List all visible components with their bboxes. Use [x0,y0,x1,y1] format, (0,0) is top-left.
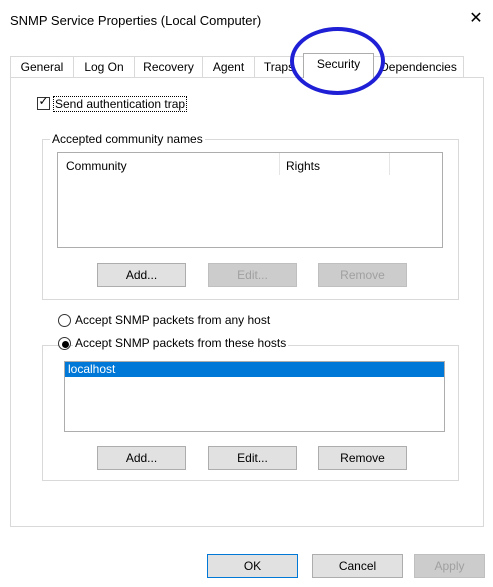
auth-trap-label[interactable]: Send authentication trap [53,96,188,112]
radio-any-host[interactable] [58,314,71,327]
column-header-rights[interactable]: Rights [286,159,320,173]
hosts-add-button[interactable]: Add... [97,446,186,470]
annotation-circle [290,27,385,95]
radio-any-host-label[interactable]: Accept SNMP packets from any host [75,313,270,327]
hosts-remove-button[interactable]: Remove [318,446,407,470]
close-icon[interactable]: ✕ [466,10,486,30]
community-edit-button[interactable]: Edit... [208,263,297,287]
community-group-label: Accepted community names [50,132,205,146]
ok-button[interactable]: OK [207,554,298,578]
window-title: SNMP Service Properties (Local Computer) [10,13,262,28]
cancel-button[interactable]: Cancel [312,554,403,578]
hosts-edit-button[interactable]: Edit... [208,446,297,470]
column-separator[interactable] [279,153,280,175]
apply-button[interactable]: Apply [414,554,485,578]
tab-agent[interactable]: Agent [202,56,255,77]
column-header-community[interactable]: Community [66,159,127,173]
tab-general[interactable]: General [10,56,74,77]
radio-these-hosts-label[interactable]: Accept SNMP packets from these hosts [73,336,289,350]
tab-dependencies[interactable]: Dependencies [373,56,464,77]
community-add-button[interactable]: Add... [97,263,186,287]
radio-selected-dot [62,341,69,348]
list-item[interactable]: localhost [65,362,444,377]
checkmark-icon: ✓ [38,94,49,108]
tab-log-on[interactable]: Log On [73,56,135,77]
tab-recovery[interactable]: Recovery [134,56,203,77]
column-separator[interactable] [389,153,390,175]
community-remove-button[interactable]: Remove [318,263,407,287]
